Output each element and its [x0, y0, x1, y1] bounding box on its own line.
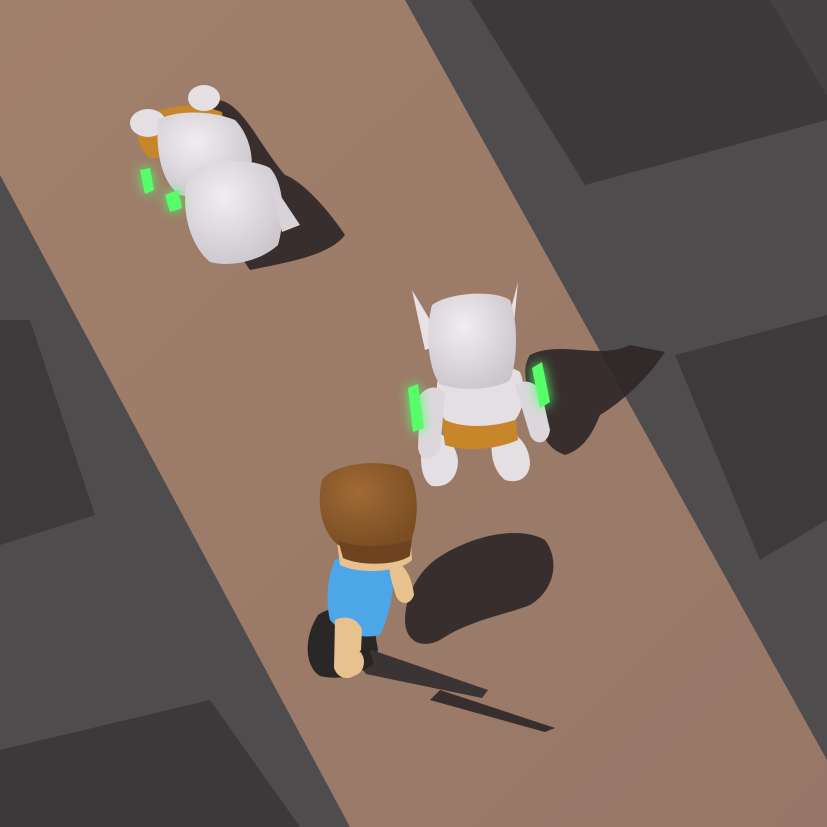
scene-canvas: [0, 0, 827, 827]
player-hair: [319, 463, 417, 547]
enemy-defeated-foot-right: [188, 85, 220, 111]
game-scene[interactable]: [0, 0, 827, 827]
enemy-head: [428, 293, 516, 389]
player-hand: [340, 648, 364, 676]
enemy-defeated-head: [185, 160, 283, 265]
